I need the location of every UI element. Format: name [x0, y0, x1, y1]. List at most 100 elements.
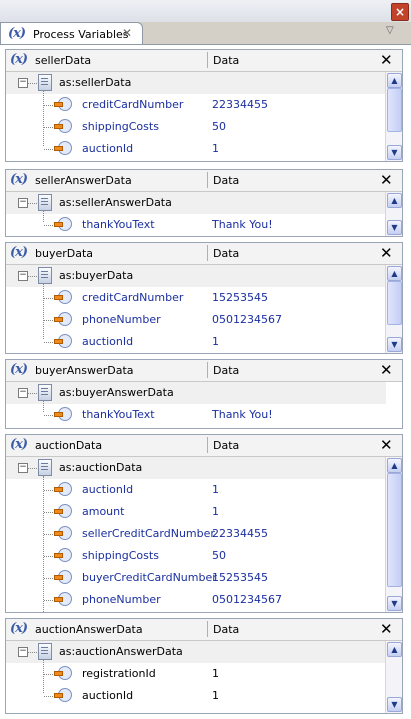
tree-row[interactable]: auctionId 1 — [6, 685, 386, 707]
tree-row[interactable]: registrationId 1 — [6, 663, 386, 685]
scroll-up-arrow-icon[interactable]: ▲ — [387, 73, 402, 88]
tab-process-variables[interactable]: (x) Process Variables ✕ — [0, 22, 143, 44]
tree-root-row[interactable]: − as:sellerData — [6, 72, 386, 94]
tree-connector — [28, 276, 37, 277]
scroll-down-arrow-icon[interactable]: ▼ — [387, 145, 402, 160]
tree-root-row[interactable]: − as:auctionAnswerData — [6, 641, 386, 663]
tree-root-row[interactable]: − as:buyerData — [6, 265, 386, 287]
document-icon — [38, 643, 52, 660]
column-separator[interactable] — [207, 52, 208, 68]
collapse-toggle-icon[interactable]: − — [18, 388, 28, 398]
tree-row[interactable]: thankYouText Thank You! — [6, 214, 386, 236]
scroll-down-arrow-icon[interactable]: ▼ — [387, 220, 402, 235]
tree-row[interactable]: auctionId 1 — [6, 138, 386, 160]
variable-value[interactable]: 50 — [212, 549, 226, 562]
tree-row[interactable]: sellerCreditCardNumber 22334455 — [6, 523, 386, 545]
tree-row[interactable]: shippingCosts 50 — [6, 116, 386, 138]
variable-value[interactable]: 0501234567 — [212, 313, 282, 326]
collapse-toggle-icon[interactable]: − — [18, 271, 28, 281]
view-menu-icon[interactable]: ▽ — [386, 25, 394, 36]
scroll-thumb[interactable] — [387, 473, 402, 587]
column-separator[interactable] — [207, 362, 208, 378]
tree-root-label: as:sellerAnswerData — [59, 196, 172, 209]
panel-close-icon[interactable]: ✕ — [380, 360, 393, 380]
variable-value[interactable]: 1 — [212, 335, 219, 348]
vertical-scrollbar[interactable]: ▲ ▼ — [385, 72, 402, 161]
variable-name: buyerCreditCardNumber — [82, 571, 217, 584]
tree-row[interactable]: buyerCreditCardNumber 15253545 — [6, 567, 386, 589]
attribute-icon — [54, 334, 72, 348]
tab-close-icon[interactable]: ✕ — [122, 26, 132, 40]
vertical-scrollbar[interactable]: ▲ ▼ — [385, 641, 402, 713]
tree-root-row[interactable]: − as:sellerAnswerData — [6, 192, 386, 214]
tree-root-row[interactable]: − as:auctionData — [6, 457, 386, 479]
scroll-thumb[interactable] — [387, 281, 402, 325]
tree-row[interactable]: creditCardNumber 22334455 — [6, 94, 386, 116]
panel-header: (x) sellerAnswerData Data ✕ — [6, 170, 402, 192]
tree-row[interactable]: amount 1 — [6, 501, 386, 523]
tree-row[interactable]: thankYouText Thank You! — [6, 404, 386, 426]
attribute-icon — [54, 482, 72, 496]
variable-value[interactable]: 15253545 — [212, 571, 268, 584]
vertical-scrollbar[interactable]: ▲ ▼ — [385, 265, 402, 353]
variable-value[interactable]: 1 — [212, 505, 219, 518]
variable-value[interactable]: 22334455 — [212, 98, 268, 111]
scroll-up-arrow-icon[interactable]: ▲ — [387, 266, 402, 281]
collapse-toggle-icon[interactable]: − — [18, 198, 28, 208]
tree-row[interactable]: auctionId 1 — [6, 331, 386, 353]
variable-name: amount — [82, 505, 125, 518]
attribute-icon — [54, 570, 72, 584]
variable-name: sellerCreditCardNumber — [82, 527, 215, 540]
scroll-down-arrow-icon[interactable]: ▼ — [387, 337, 402, 352]
panel-header: (x) buyerData Data ✕ — [6, 243, 402, 265]
variable-value[interactable]: Thank You! — [212, 408, 273, 421]
collapse-toggle-icon[interactable]: − — [18, 78, 28, 88]
panel-close-icon[interactable]: ✕ — [380, 170, 393, 190]
scroll-thumb[interactable] — [387, 88, 402, 132]
collapse-toggle-icon[interactable]: − — [18, 463, 28, 473]
variable-value[interactable]: 1 — [212, 142, 219, 155]
panel-close-icon[interactable]: ✕ — [380, 619, 393, 639]
variable-value[interactable]: 1 — [212, 667, 219, 680]
panel-close-icon[interactable]: ✕ — [380, 50, 393, 70]
variable-value[interactable]: 1 — [212, 483, 219, 496]
tree-row[interactable]: auctionId 1 — [6, 479, 386, 501]
attribute-icon — [54, 504, 72, 518]
document-icon — [38, 384, 52, 401]
column-separator[interactable] — [207, 245, 208, 261]
column-separator[interactable] — [207, 172, 208, 188]
tree-root-row[interactable]: − as:buyerAnswerData — [6, 382, 386, 404]
variable-name: auctionId — [82, 142, 134, 155]
scroll-up-arrow-icon[interactable]: ▲ — [387, 642, 402, 657]
column-separator[interactable] — [207, 621, 208, 637]
vertical-scrollbar[interactable]: ▲ ▼ — [385, 192, 402, 236]
variable-value[interactable]: Thank You! — [212, 218, 273, 231]
variable-value[interactable]: 50 — [212, 120, 226, 133]
variable-value[interactable]: 15253545 — [212, 291, 268, 304]
scroll-down-arrow-icon[interactable]: ▼ — [387, 596, 402, 611]
tree-row[interactable]: phoneNumber 0501234567 — [6, 589, 386, 611]
tab-label: Process Variables — [33, 28, 129, 41]
tree-row[interactable]: phoneNumber 0501234567 — [6, 309, 386, 331]
tree-row[interactable]: creditCardNumber 15253545 — [6, 287, 386, 309]
attribute-icon — [54, 312, 72, 326]
tree-row[interactable]: shippingCosts 50 — [6, 545, 386, 567]
variable-icon: (x) — [10, 245, 28, 260]
window-close-button[interactable]: × — [391, 3, 409, 21]
variable-value[interactable]: 22334455 — [212, 527, 268, 540]
vertical-scrollbar[interactable]: ▲ ▼ — [385, 457, 402, 612]
scroll-up-arrow-icon[interactable]: ▲ — [387, 458, 402, 473]
attribute-icon — [54, 592, 72, 606]
document-icon — [38, 267, 52, 284]
collapse-toggle-icon[interactable]: − — [18, 647, 28, 657]
scroll-up-arrow-icon[interactable]: ▲ — [387, 193, 402, 208]
scroll-down-arrow-icon[interactable]: ▼ — [387, 697, 402, 712]
panel-close-icon[interactable]: ✕ — [380, 435, 393, 455]
column-separator[interactable] — [207, 437, 208, 453]
tree-connector — [28, 468, 37, 469]
panel-close-icon[interactable]: ✕ — [380, 243, 393, 263]
tree-root-label: as:auctionAnswerData — [59, 645, 183, 658]
variable-value[interactable]: 1 — [212, 689, 219, 702]
variable-value[interactable]: 0501234567 — [212, 593, 282, 606]
attribute-icon — [54, 407, 72, 421]
